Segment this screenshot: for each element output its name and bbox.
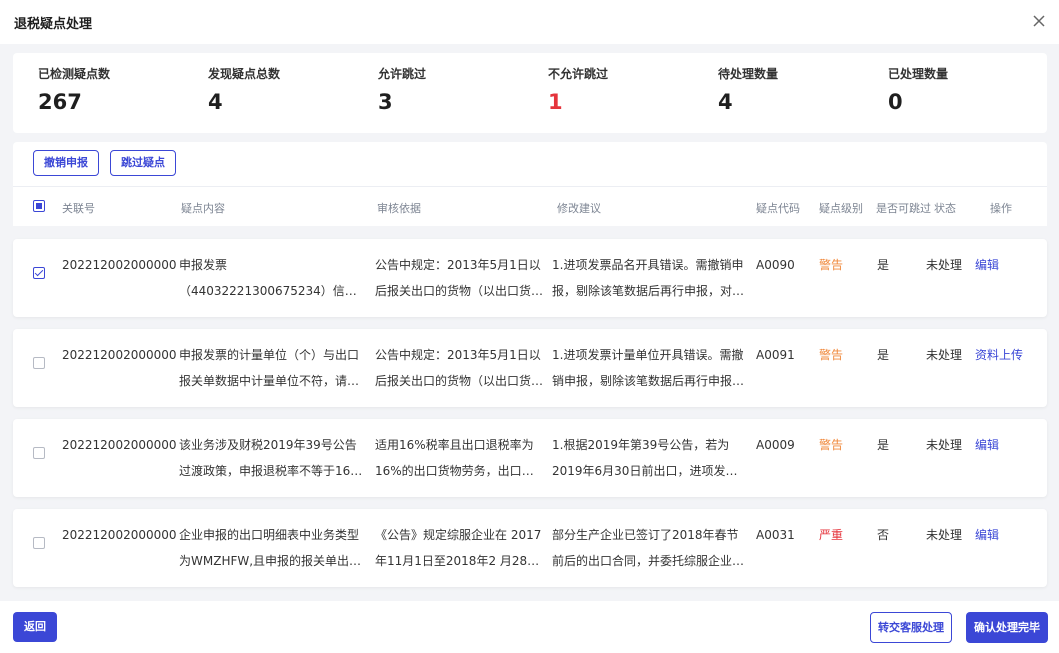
stat-label: 已处理数量	[888, 67, 949, 81]
stat-disallow-skip: 不允许跳过 1	[548, 65, 708, 114]
row-id: 20221200200000021	[62, 438, 177, 452]
dialog-footer: 返回 转交客服处理 确认处理完毕	[0, 601, 1059, 653]
row-checkbox[interactable]	[33, 447, 45, 459]
back-button[interactable]: 返回	[13, 612, 57, 642]
stats-card: 已检测疑点数 267 发现疑点总数 4 允许跳过 3 不允许跳过 1 待处理数量…	[13, 53, 1047, 133]
dialog-header: 退税疑点处理	[0, 0, 1059, 44]
dialog-title: 退税疑点处理	[14, 17, 93, 32]
skip-issue-button[interactable]: 跳过疑点	[110, 150, 176, 176]
row-suggestion: 1.根据2019年第39号公告，若为2019年6月30日前出口，进项发票征收率为…	[552, 438, 738, 478]
transfer-to-support-button[interactable]: 转交客服处理	[870, 612, 952, 643]
stat-value: 267	[38, 90, 82, 114]
row-suggestion: 1.进项发票品名开具错误。需撤销申报，剔除该笔数据后再行申报，对应发票退...	[552, 258, 745, 298]
table-row: 20221200200000001 申报发票（44032221300675234…	[13, 239, 1047, 317]
row-suggestion: 1.进项发票计量单位开具错误。需撤销申报，剔除该笔数据后再行申报，对应发...	[552, 348, 745, 388]
row-checkbox[interactable]	[33, 537, 45, 549]
row-suggestion: 部分生产企业已签订了2018年春节前后的出口合同，并委托综服企业代理出...	[552, 528, 745, 568]
row-edit-link[interactable]: 编辑	[975, 252, 1039, 278]
row-code: A0090	[756, 258, 795, 272]
stat-label: 待处理数量	[718, 67, 779, 81]
row-skippable: 是	[877, 348, 890, 362]
row-skippable: 是	[877, 258, 890, 272]
col-header-id: 关联号	[62, 202, 95, 215]
row-level-badge: 警告	[819, 348, 844, 362]
stat-label: 发现疑点总数	[208, 67, 281, 81]
col-header-content: 疑点内容	[181, 202, 225, 215]
row-code: A0031	[756, 528, 795, 542]
table-toolbar: 撤销申报 跳过疑点	[13, 142, 1047, 186]
stat-label: 已检测疑点数	[38, 67, 111, 81]
stat-value: 1	[548, 90, 563, 114]
table-row: 20221200200000014 申报发票的计量单位（个）与出口报关单数据中计…	[13, 329, 1047, 407]
row-checkbox[interactable]	[33, 267, 45, 279]
row-checkbox[interactable]	[33, 357, 45, 369]
stat-value: 3	[378, 90, 393, 114]
row-basis: 《公告》规定综服企业在 2017年11月1日至2018年2 月28日期间...	[375, 528, 542, 568]
stat-allow-skip: 允许跳过 3	[378, 65, 538, 114]
close-icon[interactable]	[1029, 11, 1049, 31]
stat-found-total: 发现疑点总数 4	[208, 65, 368, 114]
col-header-suggestion: 修改建议	[557, 202, 601, 215]
stat-value: 0	[888, 90, 903, 114]
row-id: 20221200200000021	[62, 528, 177, 542]
col-header-status: 状态	[934, 202, 956, 215]
row-basis: 适用16%税率且出口退税率为16%的出口货物劳务，出口退税率调...	[375, 438, 534, 478]
row-status: 未处理	[926, 348, 963, 362]
table-row: 20221200200000021 企业申报的出口明细表中业务类型为WMZHFW…	[13, 509, 1047, 587]
row-content: 企业申报的出口明细表中业务类型为WMZHFW,且申报的报关单出口日期...	[179, 528, 362, 568]
select-all-checkbox[interactable]	[33, 200, 45, 212]
row-basis: 公告中规定：2013年5月1日以后报关出口的货物（以出口货物报关...	[375, 348, 544, 388]
row-code: A0009	[756, 438, 795, 452]
row-status: 未处理	[926, 438, 963, 452]
row-status: 未处理	[926, 258, 963, 272]
stat-label: 不允许跳过	[548, 67, 609, 81]
row-skippable: 是	[877, 438, 890, 452]
stat-processed: 已处理数量 0	[888, 65, 1048, 114]
stat-value: 4	[208, 90, 223, 114]
col-header-skippable: 是否可跳过	[876, 202, 931, 215]
row-content: 该业务涉及财税2019年39号公告过渡政策，申报退税率不等于16%或10%	[179, 438, 362, 478]
row-id: 20221200200000014	[62, 348, 177, 362]
revoke-declaration-button[interactable]: 撤销申报	[33, 150, 99, 176]
row-content: 申报发票的计量单位（个）与出口报关单数据中计量单位不符，请审核确认	[179, 348, 360, 388]
col-header-level: 疑点级别	[819, 202, 863, 215]
row-level-badge: 警告	[819, 438, 844, 452]
confirm-done-button[interactable]: 确认处理完毕	[966, 612, 1048, 643]
row-upload-link[interactable]: 资料上传	[975, 342, 1039, 368]
col-header-action: 操作	[990, 202, 1012, 215]
col-header-code: 疑点代码	[756, 202, 800, 215]
stat-label: 允许跳过	[378, 67, 427, 81]
row-content: 申报发票（44032221300675234）信息中商品名称与对应报关单信息中.…	[179, 258, 357, 298]
row-edit-link[interactable]: 编辑	[975, 432, 1039, 458]
row-status: 未处理	[926, 528, 963, 542]
table-row: 20221200200000021 该业务涉及财税2019年39号公告过渡政策，…	[13, 419, 1047, 497]
stat-value: 4	[718, 90, 733, 114]
row-code: A0091	[756, 348, 795, 362]
stat-pending: 待处理数量 4	[718, 65, 878, 114]
col-header-basis: 审核依据	[377, 202, 421, 215]
row-skippable: 否	[877, 528, 890, 542]
issues-table: 撤销申报 跳过疑点 关联号 疑点内容 审核依据 修改建议 疑点代码 疑点级别 是…	[13, 142, 1047, 592]
row-level-badge: 警告	[819, 258, 844, 272]
table-header: 关联号 疑点内容 审核依据 修改建议 疑点代码 疑点级别 是否可跳过 状态 操作	[13, 186, 1047, 226]
row-basis: 公告中规定：2013年5月1日以后报关出口的货物（以出口货物报关...	[375, 258, 544, 298]
row-edit-link[interactable]: 编辑	[975, 522, 1039, 548]
row-level-badge: 严重	[819, 528, 844, 542]
row-id: 20221200200000001	[62, 258, 177, 272]
stat-detected: 已检测疑点数 267	[38, 65, 198, 114]
